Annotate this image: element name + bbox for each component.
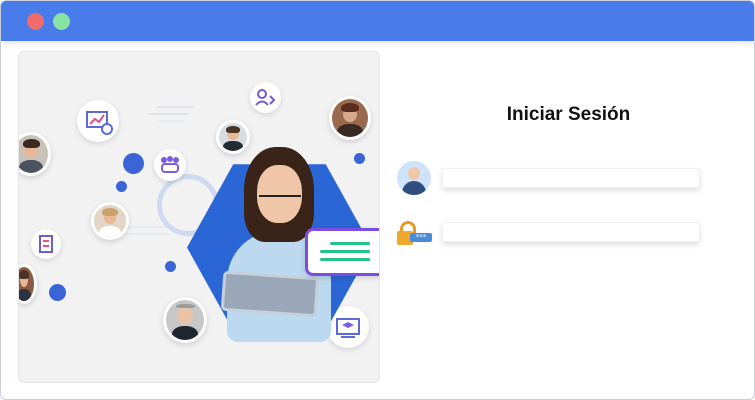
lock-password-icon: *** xyxy=(397,221,433,247)
tablet-device xyxy=(220,270,320,318)
login-title: Iniciar Sesión xyxy=(506,104,631,125)
decor-dot xyxy=(165,261,176,272)
hero-illustration xyxy=(18,51,380,383)
avatar-woman-smile xyxy=(329,96,371,140)
checklist-icon xyxy=(31,229,61,259)
maximize-window-button[interactable] xyxy=(53,13,70,30)
browser-window: Iniciar Sesión *** xyxy=(0,0,755,400)
analytics-chart-icon xyxy=(77,100,119,142)
team-people-icon xyxy=(154,149,186,181)
username-input[interactable] xyxy=(442,168,700,188)
user-switch-icon xyxy=(250,82,281,113)
message-card xyxy=(305,228,379,276)
decor-dot xyxy=(116,181,127,192)
avatar-man-glasses xyxy=(163,297,207,343)
decor-dot xyxy=(354,153,365,164)
decor-dot xyxy=(49,284,66,301)
decor-dot xyxy=(123,153,144,174)
window-titlebar xyxy=(1,1,754,41)
close-window-button[interactable] xyxy=(27,13,44,30)
password-input[interactable] xyxy=(442,222,700,242)
avatar-woman-blonde xyxy=(91,202,129,240)
user-avatar-icon xyxy=(397,161,431,195)
